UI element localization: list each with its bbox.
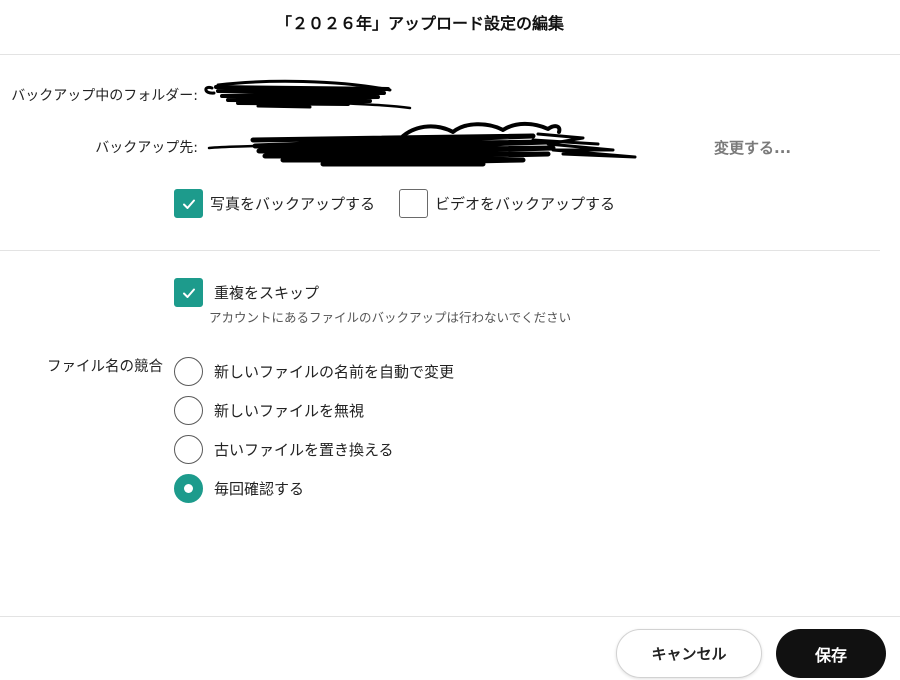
backup-photos-checkbox[interactable] [174, 189, 203, 218]
backup-destination-label: バックアップ先: [95, 140, 198, 156]
skip-duplicates-option[interactable]: 重複をスキップ [174, 278, 319, 307]
cancel-button[interactable]: キャンセル [616, 629, 762, 678]
auto-rename-label: 新しいファイルの名前を自動で変更 [214, 363, 455, 381]
footer-divider [0, 616, 900, 617]
backup-photos-option[interactable]: 写真をバックアップする [174, 189, 375, 218]
ask-every-time-radio[interactable] [174, 474, 203, 503]
conflict-option-replace[interactable]: 古いファイルを置き換える [174, 435, 394, 464]
radio-dot-icon [184, 484, 193, 493]
conflict-option-ask-every-time[interactable]: 毎回確認する [174, 474, 304, 503]
save-button[interactable]: 保存 [776, 629, 886, 678]
skip-duplicates-hint: アカウントにあるファイルのバックアップは行わないでください [209, 310, 572, 325]
conflict-option-ignore[interactable]: 新しいファイルを無視 [174, 396, 364, 425]
skip-duplicates-checkbox[interactable] [174, 278, 203, 307]
ask-every-time-label: 毎回確認する [214, 480, 305, 498]
ignore-label: 新しいファイルを無視 [214, 402, 365, 420]
conflict-option-auto-rename[interactable]: 新しいファイルの名前を自動で変更 [174, 357, 454, 386]
backup-photos-label: 写真をバックアップする [210, 195, 376, 213]
header-divider [0, 54, 900, 55]
backup-folder-label: バックアップ中のフォルダー: [11, 88, 198, 104]
replace-label: 古いファイルを置き換える [214, 441, 394, 459]
filename-conflict-label: ファイル名の競合 [47, 359, 163, 375]
section-divider [0, 250, 880, 251]
change-destination-link[interactable]: 変更する... [714, 137, 791, 159]
ignore-radio[interactable] [174, 396, 203, 425]
checkmark-icon [182, 288, 195, 298]
auto-rename-radio[interactable] [174, 357, 203, 386]
backup-videos-checkbox[interactable] [399, 189, 428, 218]
dialog-title: 「２０２６年」アップロード設定の編集 [275, 14, 564, 33]
backup-videos-label: ビデオをバックアップする [435, 195, 616, 213]
replace-radio[interactable] [174, 435, 203, 464]
skip-duplicates-label: 重複をスキップ [214, 284, 320, 302]
backup-folder-redaction-mark [204, 79, 412, 110]
backup-videos-option[interactable]: ビデオをバックアップする [399, 189, 615, 218]
backup-destination-redaction-mark [207, 121, 637, 167]
checkmark-icon [182, 199, 195, 209]
